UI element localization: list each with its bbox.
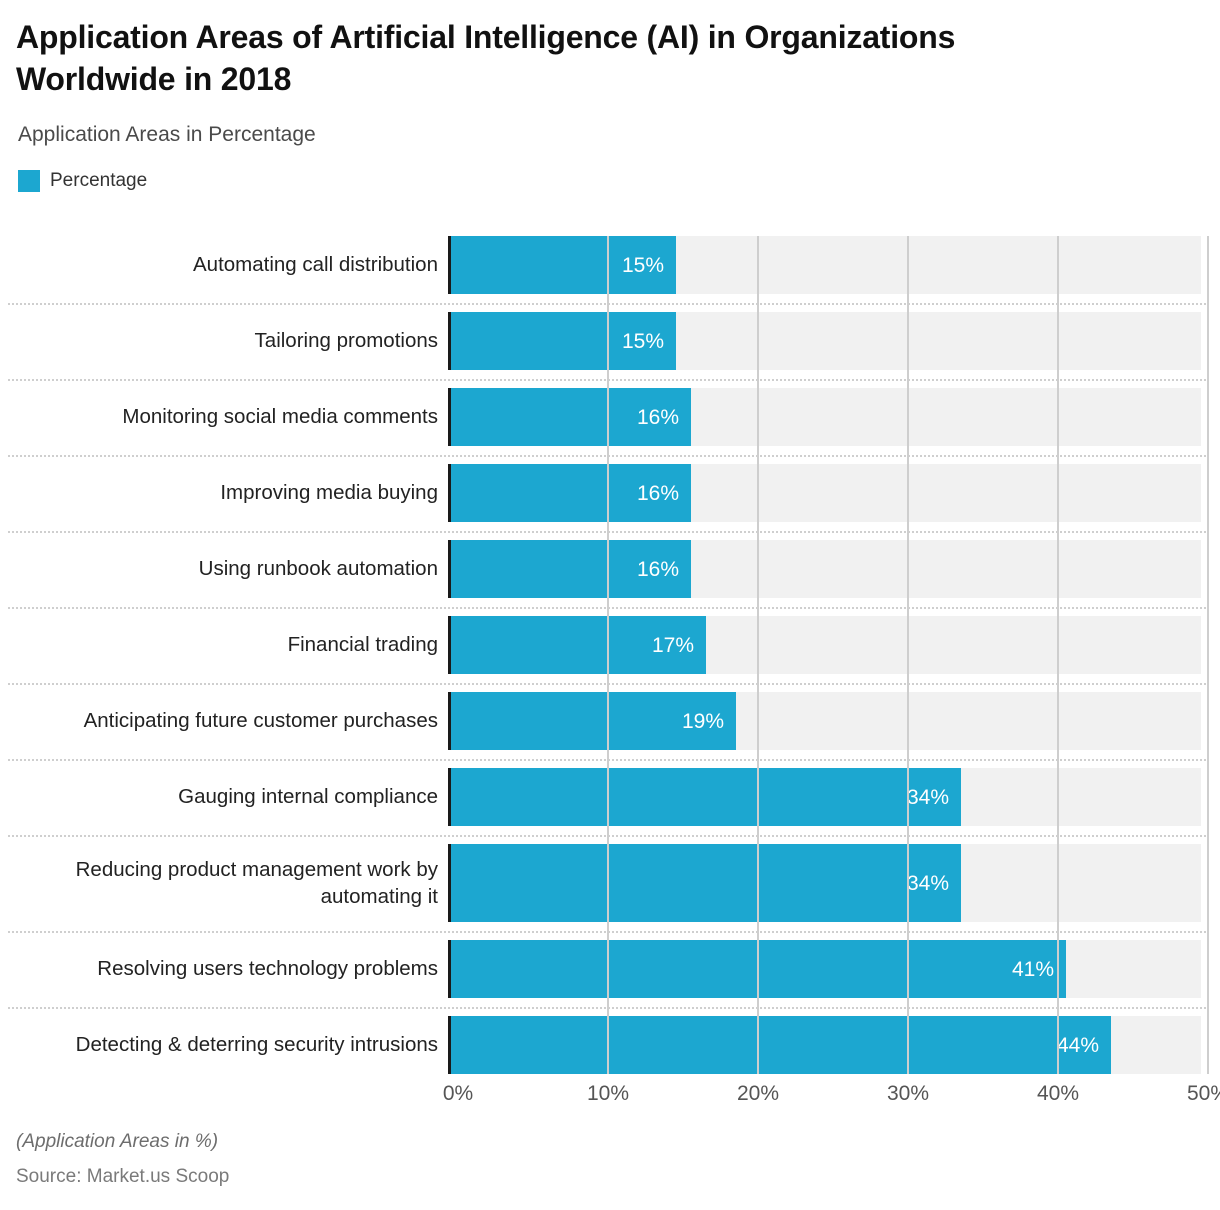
bar-value-label: 15% xyxy=(621,253,664,277)
bar-category-label: Reducing product management work by auto… xyxy=(75,857,438,908)
bar-row[interactable]: Gauging internal compliance 34% xyxy=(0,768,1220,826)
chart-container: Application Areas of Artificial Intellig… xyxy=(0,0,1220,1210)
bar[interactable]: 34% xyxy=(451,844,961,922)
bar-category-label: Improving media buying xyxy=(220,481,438,505)
bar-category-label: Gauging internal compliance xyxy=(178,785,438,809)
x-axis-tick-label: 20% xyxy=(736,1082,780,1105)
bar-track: 15% xyxy=(448,236,1220,294)
row-separator-line xyxy=(8,835,1206,837)
bar-track: 19% xyxy=(448,692,1220,750)
bar-value-label: 16% xyxy=(636,557,679,581)
row-separator-line xyxy=(8,607,1206,609)
x-axis-tick-label: 50% xyxy=(1186,1082,1220,1105)
bar-category-label: Using runbook automation xyxy=(198,557,438,581)
bar-category-label: Resolving users technology problems xyxy=(97,957,438,981)
bar[interactable]: 17% xyxy=(451,616,706,674)
bar-category-label: Monitoring social media comments xyxy=(122,405,438,429)
row-separator xyxy=(0,826,1220,844)
bar-value-label: 17% xyxy=(651,633,694,657)
row-separator-line xyxy=(8,759,1206,761)
bar-track: 16% xyxy=(448,540,1220,598)
bar-track: 34% xyxy=(448,844,1220,922)
footer-note: (Application Areas in %) xyxy=(16,1131,219,1152)
bar[interactable]: 19% xyxy=(451,692,736,750)
bar-value-label: 34% xyxy=(906,785,949,809)
bar-row[interactable]: Anticipating future customer purchases 19… xyxy=(0,692,1220,750)
bar-row[interactable]: Financial trading 17% xyxy=(0,616,1220,674)
x-axis-tick-label: 40% xyxy=(1036,1082,1080,1105)
bar[interactable]: 41% xyxy=(451,940,1066,998)
bar[interactable]: 44% xyxy=(451,1016,1111,1074)
row-separator xyxy=(0,370,1220,388)
row-separator-line xyxy=(8,379,1206,381)
bar-category-label: Automating call distribution xyxy=(193,253,438,277)
x-axis: 0% 10% 20% 30% 40% 50% xyxy=(443,1082,1220,1122)
bar-value-label: 15% xyxy=(621,329,664,353)
bar-track: 44% xyxy=(448,1016,1220,1074)
bar[interactable]: 15% xyxy=(451,312,676,370)
bar-category-label: Tailoring promotions xyxy=(254,329,438,353)
row-separator-line xyxy=(8,1007,1206,1009)
bar[interactable]: 16% xyxy=(451,464,691,522)
bar-row[interactable]: Improving media buying 16% xyxy=(0,464,1220,522)
row-separator-line xyxy=(8,531,1206,533)
bar-category-label: Detecting & deterring security intrusion… xyxy=(75,1033,438,1057)
x-axis-tick-label: 30% xyxy=(886,1082,930,1105)
x-axis-tick-label: 0% xyxy=(442,1082,474,1105)
bar-row[interactable]: Detecting & deterring security intrusion… xyxy=(0,1016,1220,1074)
row-separator xyxy=(0,922,1220,940)
footer-source: Source: Market.us Scoop xyxy=(16,1165,230,1187)
chart-legend: Percentage xyxy=(18,169,1204,192)
row-separator-line xyxy=(8,931,1206,933)
bar[interactable]: 15% xyxy=(451,236,676,294)
row-separator xyxy=(0,446,1220,464)
bar-value-label: 34% xyxy=(906,871,949,895)
bar-row[interactable]: Tailoring promotions 15% xyxy=(0,312,1220,370)
row-separator xyxy=(0,294,1220,312)
bar-value-label: 16% xyxy=(636,481,679,505)
row-separator-line xyxy=(8,683,1206,685)
bar-value-label: 41% xyxy=(1011,957,1054,981)
bar-category-label: Financial trading xyxy=(287,633,438,657)
bar-value-label: 44% xyxy=(1056,1033,1099,1057)
bar-track: 41% xyxy=(448,940,1220,998)
bar[interactable]: 34% xyxy=(451,768,961,826)
chart-header: Application Areas of Artificial Intellig… xyxy=(0,0,1220,192)
page-title: Application Areas of Artificial Intellig… xyxy=(16,19,956,98)
bar-track: 15% xyxy=(448,312,1220,370)
chart-footer: (Application Areas in %) Source: Market.… xyxy=(16,1130,229,1189)
plot-area: Automating call distribution 15% Tailoring… xyxy=(0,236,1220,1074)
bar[interactable]: 16% xyxy=(451,540,691,598)
x-axis-tick-label: 10% xyxy=(586,1082,630,1105)
bar-track: 16% xyxy=(448,464,1220,522)
bar-row[interactable]: Monitoring social media comments 16% xyxy=(0,388,1220,446)
bar-rows: Automating call distribution 15% Tailoring… xyxy=(0,236,1220,1074)
bar-track: 16% xyxy=(448,388,1220,446)
bar-row[interactable]: Automating call distribution 15% xyxy=(0,236,1220,294)
bar-category-label: Anticipating future customer purchases xyxy=(83,709,438,733)
bar-track: 17% xyxy=(448,616,1220,674)
legend-swatch-icon xyxy=(18,169,40,192)
row-separator-line xyxy=(8,455,1206,457)
bar-row[interactable]: Reducing product management work by auto… xyxy=(0,844,1220,922)
bar-row[interactable]: Resolving users technology problems 41% xyxy=(0,940,1220,998)
row-separator xyxy=(0,674,1220,692)
bar-track: 34% xyxy=(448,768,1220,826)
bar[interactable]: 16% xyxy=(451,388,691,446)
row-separator xyxy=(0,750,1220,768)
bar-value-label: 16% xyxy=(636,405,679,429)
row-separator xyxy=(0,998,1220,1016)
row-separator-line xyxy=(8,303,1206,305)
row-separator xyxy=(0,522,1220,540)
bar-value-label: 19% xyxy=(681,709,724,733)
row-separator xyxy=(0,598,1220,616)
chart-subtitle: Application Areas in Percentage xyxy=(18,123,316,147)
bar-row[interactable]: Using runbook automation 16% xyxy=(0,540,1220,598)
legend-item-label: Percentage xyxy=(50,170,148,192)
